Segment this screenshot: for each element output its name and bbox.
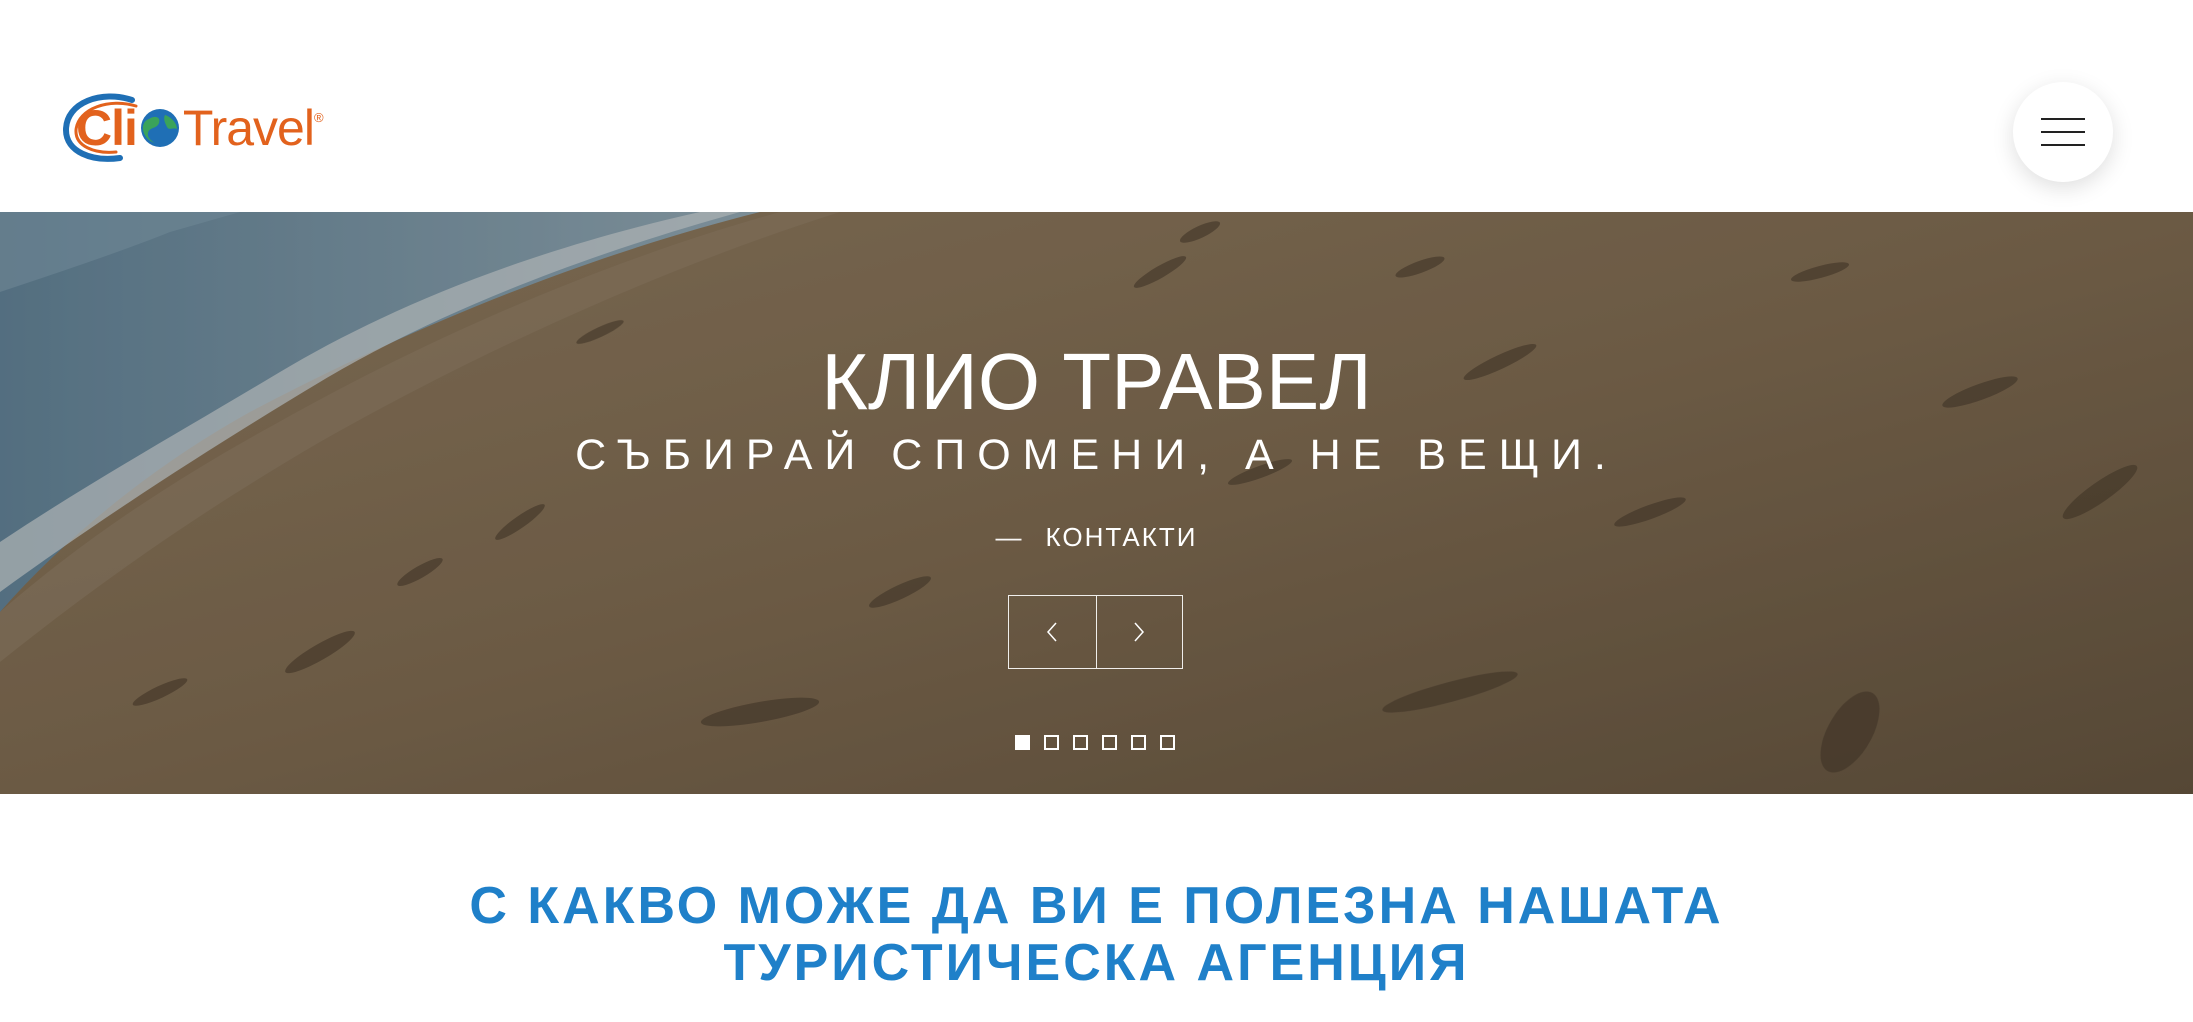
hero-title: КЛИО ТРАВЕЛ: [821, 337, 1372, 426]
slider-next-button[interactable]: [1095, 596, 1183, 668]
hero-contacts-link-wrapper: — КОНТАКТИ: [0, 524, 2193, 550]
slider-prev-button[interactable]: [1009, 596, 1096, 668]
hamburger-line: [2041, 131, 2085, 133]
slider-dot-1[interactable]: [1015, 735, 1030, 750]
slider-dot-6[interactable]: [1160, 735, 1175, 750]
slider-dot-5[interactable]: [1131, 735, 1146, 750]
clio-travel-logo[interactable]: Cli Travel ®: [62, 92, 362, 164]
slider-pagination: [1015, 735, 1175, 750]
services-heading-line-1: С КАКВО МОЖЕ ДА ВИ Е ПОЛЕЗНА НАШАТА: [469, 877, 1724, 935]
hero-overlay: [0, 212, 2193, 794]
chevron-right-icon: [1134, 622, 1145, 642]
menu-toggle-button[interactable]: [2013, 82, 2113, 182]
slider-arrows: [1008, 595, 1183, 669]
slider-dot-3[interactable]: [1073, 735, 1088, 750]
slider-dot-2[interactable]: [1044, 735, 1059, 750]
hamburger-line: [2041, 118, 2085, 120]
contacts-link[interactable]: КОНТАКТИ: [1046, 522, 1198, 552]
services-heading: С КАКВО МОЖЕ ДА ВИ Е ПОЛЕЗНА НАШАТА ТУРИ…: [0, 878, 2193, 992]
registered-mark: ®: [313, 110, 324, 125]
hero-slider: КЛИО ТРАВЕЛ СЪБИРАЙ СПОМЕНИ, А НЕ ВЕЩИ. …: [0, 212, 2193, 794]
link-dash: —: [995, 522, 1024, 552]
chevron-left-icon: [1047, 622, 1057, 642]
hamburger-menu-icon: [2041, 118, 2085, 146]
site-header: Cli Travel ®: [0, 0, 2193, 212]
logo-text-cli: Cli: [76, 100, 138, 156]
hamburger-line: [2041, 144, 2085, 146]
globe-icon: [140, 109, 179, 147]
services-section: С КАКВО МОЖЕ ДА ВИ Е ПОЛЕЗНА НАШАТА ТУРИ…: [0, 794, 2193, 1022]
services-heading-line-2: ТУРИСТИЧЕСКА АГЕНЦИЯ: [723, 934, 1470, 992]
logo-wordmark: Cli Travel ®: [62, 100, 324, 156]
logo-text-travel: Travel: [182, 100, 315, 156]
hero-subtitle: СЪБИРАЙ СПОМЕНИ, А НЕ ВЕЩИ.: [575, 431, 1618, 479]
slider-dot-4[interactable]: [1102, 735, 1117, 750]
